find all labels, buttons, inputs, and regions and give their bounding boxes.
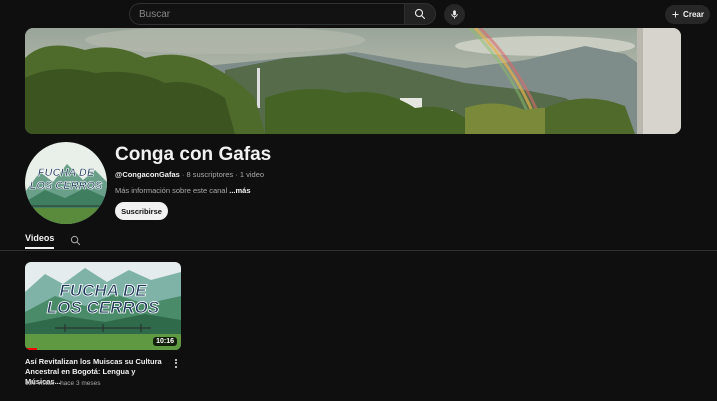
search-icon [71, 235, 81, 246]
voice-search-button[interactable] [444, 4, 465, 25]
video-views: 136 vistas [25, 380, 55, 387]
meta-separator: · [179, 170, 187, 179]
channel-avatar[interactable]: FUCHA DE LOS CERROS [25, 142, 107, 224]
search-input[interactable] [139, 8, 405, 20]
plus-icon [672, 11, 679, 18]
watch-progress-bar [25, 348, 38, 350]
channel-title: Conga con Gafas [115, 144, 272, 165]
video-thumbnail[interactable]: FUCHA DE LOS CERROS 10:16 [25, 262, 181, 350]
channel-tabs: Videos [25, 229, 81, 250]
create-button[interactable]: Crear [665, 5, 710, 24]
more-link[interactable]: ...más [229, 186, 250, 195]
channel-banner [25, 28, 681, 134]
subscriber-count: 8 suscriptores [186, 170, 234, 179]
search-button[interactable] [404, 3, 436, 25]
channel-description[interactable]: Más información sobre este canal ...más [115, 186, 251, 195]
subscribe-button[interactable]: Suscribirse [115, 202, 168, 220]
mic-icon [451, 10, 458, 19]
video-count: 1 video [239, 170, 265, 179]
video-meta: 136 vistas · hace 3 meses [25, 380, 101, 387]
description-text: Más información sobre este canal [115, 186, 230, 195]
more-vert-icon[interactable] [171, 357, 181, 369]
create-label: Crear [683, 10, 704, 19]
search-icon [414, 8, 426, 20]
thumb-text-line2: LOS CERROS [47, 298, 160, 317]
video-duration: 10:16 [153, 337, 177, 346]
channel-handle: @CongaconGafas [115, 170, 180, 179]
meta-separator: · [233, 170, 240, 179]
video-age: hace 3 meses [60, 380, 101, 387]
tab-videos[interactable]: Videos [25, 229, 55, 249]
search-box[interactable] [129, 3, 405, 25]
channel-meta: @CongaconGafas · 8 suscriptores · 1 vide… [115, 170, 264, 179]
avatar-text-line2: LOS CERROS [30, 180, 103, 192]
avatar-text-line1: FUCHA DE [38, 167, 95, 179]
tabs-divider [0, 250, 717, 251]
tab-search[interactable] [70, 229, 81, 251]
